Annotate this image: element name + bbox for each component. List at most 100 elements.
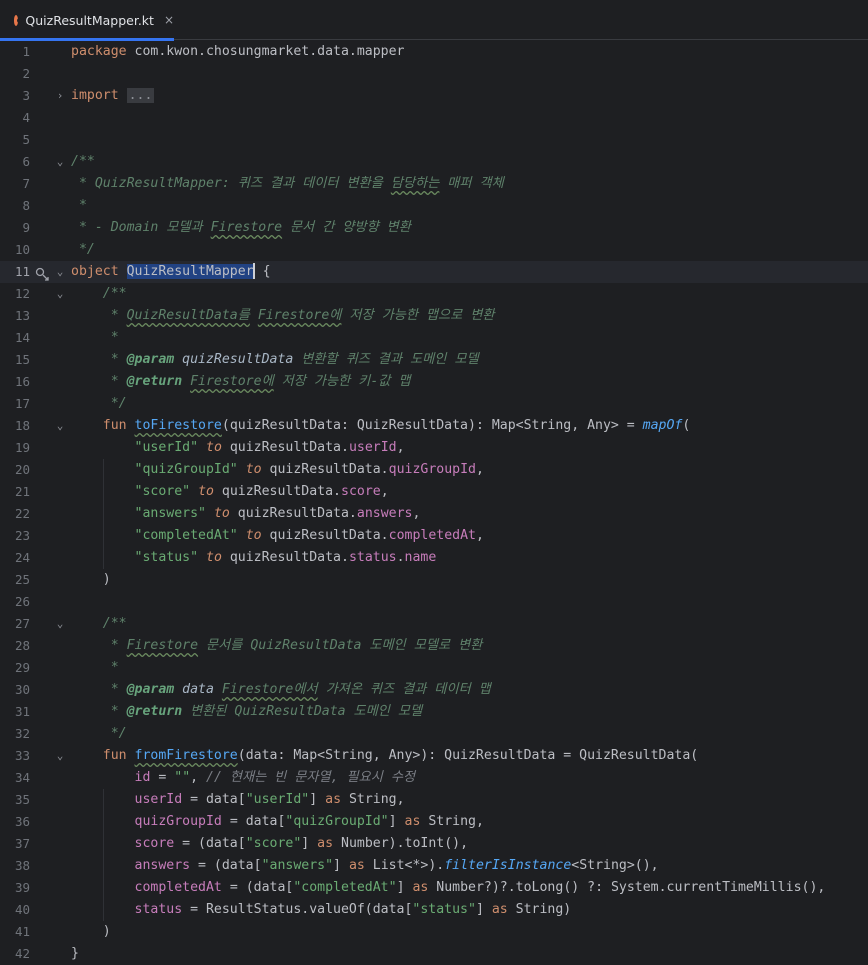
code-line[interactable]: 16 * @return Firestore에 저장 가능한 키-값 맵	[0, 371, 868, 393]
code-line[interactable]: 30 * @param data Firestore에서 가져온 퀴즈 결과 데…	[0, 679, 868, 701]
code-line[interactable]: 4	[0, 107, 868, 129]
code-line[interactable]: 37 score = (data["score"] as Number).toI…	[0, 833, 868, 855]
code-token: ,	[396, 440, 405, 455]
code-line[interactable]: 41 )	[0, 921, 868, 943]
code-token: "answers"	[261, 858, 334, 873]
code-line[interactable]: 1 package com.kwon.chosungmarket.data.map…	[0, 41, 868, 63]
code-text: * - Domain 모델과 Firestore 문서 간 양방향 변환	[71, 217, 411, 239]
code-line[interactable]: 5	[0, 129, 868, 151]
code-token: @return	[126, 374, 183, 389]
fold-collapse-icon[interactable]: ⌄	[54, 261, 66, 283]
code-line[interactable]: 21 "score" to quizResultData.score,	[0, 481, 868, 503]
code-token: */	[71, 726, 127, 741]
code-line[interactable]: 13 * QuizResultData를 Firestore에 저장 가능한 맵…	[0, 305, 868, 327]
code-text: *	[71, 327, 119, 349]
code-text: answers = (data["answers"] as List<*>).f…	[71, 855, 659, 877]
code-line[interactable]: 25 )	[0, 569, 868, 591]
code-line[interactable]: 2	[0, 63, 868, 85]
code-line[interactable]: 20 "quizGroupId" to quizResultData.quizG…	[0, 459, 868, 481]
code-line[interactable]: 18 ⌄ fun toFirestore(quizResultData: Quiz…	[0, 415, 868, 437]
line-number: 22	[14, 506, 30, 521]
close-icon[interactable]: ×	[164, 13, 174, 27]
code-line[interactable]: 3 › import ...	[0, 85, 868, 107]
code-token: "completedAt"	[134, 528, 238, 543]
code-line[interactable]: 31 * @return 변환된 QuizResultData 도메인 모델	[0, 701, 868, 723]
code-line[interactable]: 10 */	[0, 239, 868, 261]
code-line[interactable]: 6 ⌄ /**	[0, 151, 868, 173]
code-token: *	[71, 330, 119, 345]
line-number: 34	[14, 770, 30, 785]
code-token: completedAt	[134, 880, 222, 895]
fold-collapse-icon[interactable]: ⌄	[54, 283, 66, 305]
code-line[interactable]: 7 * QuizResultMapper: 퀴즈 결과 데이터 변환을 담당하는…	[0, 173, 868, 195]
tab-quizresultmapper[interactable]: QuizResultMapper.kt ×	[0, 0, 174, 41]
code-token: answers	[356, 506, 413, 521]
code-token: quizGroupId	[388, 462, 476, 477]
fold-collapse-icon[interactable]: ⌄	[54, 415, 66, 437]
code-text: "status" to quizResultData.status.name	[71, 547, 437, 569]
code-line[interactable]: 27 ⌄ /**	[0, 613, 868, 635]
line-number: 24	[14, 550, 30, 565]
code-line[interactable]: 9 * - Domain 모델과 Firestore 문서 간 양방향 변환	[0, 217, 868, 239]
code-token: userId	[134, 792, 183, 807]
code-line[interactable]: 36 quizGroupId = data["quizGroupId"] as …	[0, 811, 868, 833]
code-editor[interactable]: 1 package com.kwon.chosungmarket.data.map…	[0, 41, 868, 961]
code-token: object	[71, 264, 127, 279]
code-line[interactable]: 14 *	[0, 327, 868, 349]
code-token: =	[150, 770, 175, 785]
code-line[interactable]: 35 userId = data["userId"] as String,	[0, 789, 868, 811]
code-text: * QuizResultData를 Firestore에 저장 가능한 맵으로 …	[71, 305, 495, 327]
code-line[interactable]: 34 id = "", // 현재는 빈 문자열, 필요시 수정	[0, 767, 868, 789]
line-number: 32	[14, 726, 30, 741]
code-line[interactable]: 33 ⌄ fun fromFirestore(data: Map<String, …	[0, 745, 868, 767]
code-line[interactable]: 19 "userId" to quizResultData.userId,	[0, 437, 868, 459]
code-line[interactable]: 42}	[0, 943, 868, 965]
fold-collapse-icon[interactable]: ⌄	[54, 613, 66, 635]
code-text: id = "", // 현재는 빈 문자열, 필요시 수정	[71, 767, 416, 789]
code-token: as	[404, 814, 421, 829]
code-line[interactable]: 15 * @param quizResultData 변환할 퀴즈 결과 도메인…	[0, 349, 868, 371]
code-token[interactable]: ...	[126, 88, 155, 103]
code-token: to	[206, 550, 222, 565]
fold-collapse-icon[interactable]: ⌄	[54, 745, 66, 767]
code-line[interactable]: 23 "completedAt" to quizResultData.compl…	[0, 525, 868, 547]
code-text: "completedAt" to quizResultData.complete…	[71, 525, 484, 547]
code-line[interactable]: 22 "answers" to quizResultData.answers,	[0, 503, 868, 525]
code-token: status	[348, 550, 397, 565]
code-line[interactable]: 28 * Firestore 문서를 QuizResultData 도메인 모델…	[0, 635, 868, 657]
code-line[interactable]: 38 answers = (data["answers"] as List<*>…	[0, 855, 868, 877]
code-line[interactable]: 12 ⌄ /**	[0, 283, 868, 305]
fold-collapse-icon[interactable]: ⌄	[54, 151, 66, 173]
code-token: fun	[102, 418, 135, 433]
code-token: Firestore에서	[221, 682, 318, 697]
code-token: quizResultData.	[261, 462, 389, 477]
code-token: = (data[	[221, 880, 294, 895]
code-line[interactable]: 11 ⌄ object QuizResultMapper {	[0, 261, 868, 283]
code-token: ""	[174, 770, 191, 785]
code-token: import	[71, 88, 127, 103]
object-declaration-gutter-icon[interactable]	[35, 265, 49, 281]
code-line[interactable]: 40 status = ResultStatus.valueOf(data["s…	[0, 899, 868, 921]
code-token: .	[396, 550, 405, 565]
code-line[interactable]: 29 *	[0, 657, 868, 679]
editor-tab-bar: QuizResultMapper.kt ×	[0, 0, 868, 41]
code-token: Number).toInt(),	[333, 836, 469, 851]
code-text: }	[71, 943, 79, 965]
code-line[interactable]: 8 *	[0, 195, 868, 217]
line-number: 23	[14, 528, 30, 543]
code-line[interactable]: 17 */	[0, 393, 868, 415]
code-text: import ...	[71, 85, 155, 107]
line-number: 26	[14, 594, 30, 609]
fold-expand-icon[interactable]: ›	[54, 85, 66, 107]
code-line[interactable]: 26	[0, 591, 868, 613]
code-text: * @return 변환된 QuizResultData 도메인 모델	[71, 701, 422, 723]
code-line[interactable]: 32 */	[0, 723, 868, 745]
code-line[interactable]: 39 completedAt = (data["completedAt"] as…	[0, 877, 868, 899]
code-line[interactable]: 24 "status" to quizResultData.status.nam…	[0, 547, 868, 569]
code-token: quizGroupId	[134, 814, 222, 829]
code-text: object QuizResultMapper {	[71, 261, 271, 283]
code-token: ]	[475, 902, 492, 917]
